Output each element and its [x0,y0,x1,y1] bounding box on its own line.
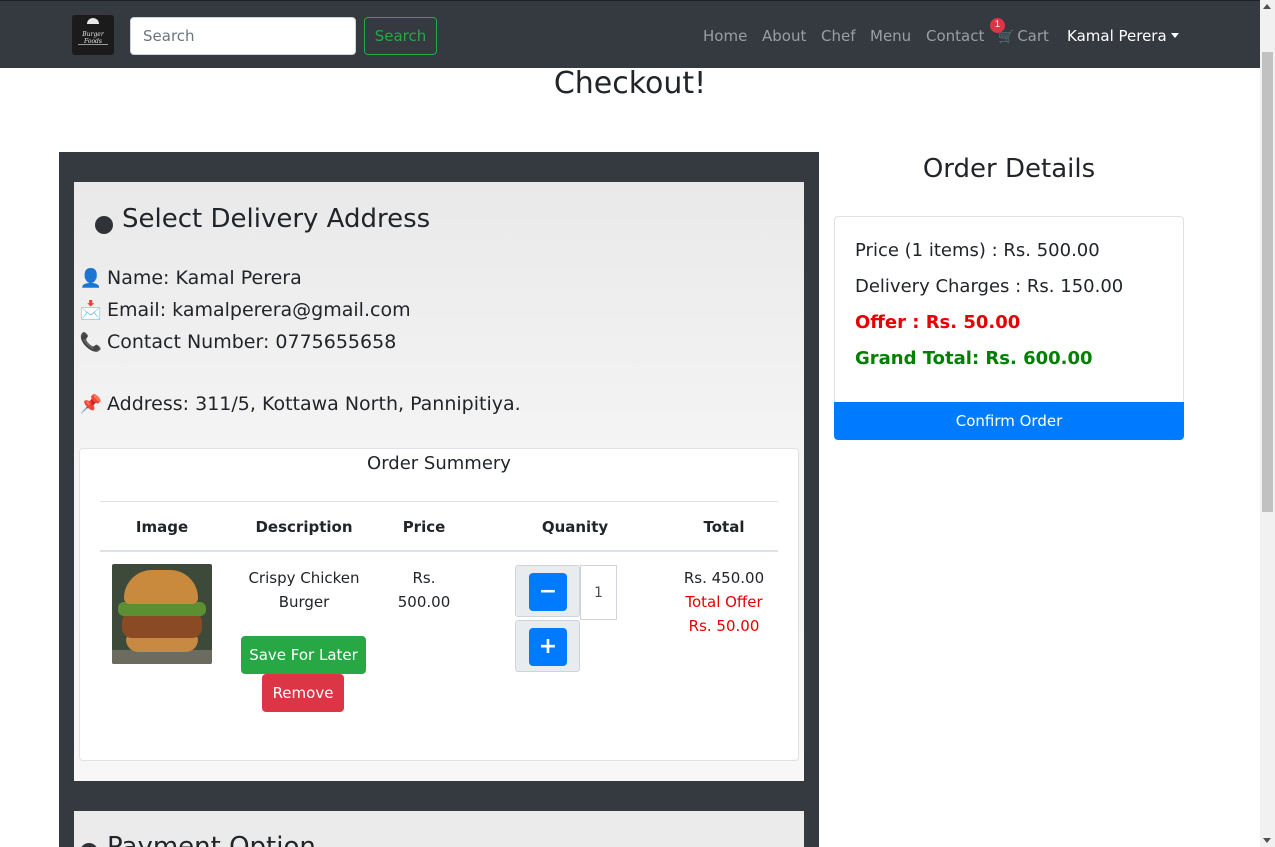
cart-label: Cart [1017,27,1049,45]
nav-link-about[interactable]: About [762,27,806,45]
price-line-2: 500.00 [397,593,451,611]
page-scrollbar[interactable] [1260,0,1275,847]
cart-count-badge: 1 [990,18,1005,33]
email-line: 📩 Email: kamalperera@gmail.com [79,299,411,321]
product-image [112,564,212,664]
plate-shape [112,650,212,664]
contact-line: 📞 Contact Number: 0775655658 [79,331,397,353]
scroll-thumb[interactable] [1262,52,1273,512]
total-value: Rs. 450.00 [683,569,765,587]
th-quantity: Quanity [541,518,609,536]
th-price: Price [402,518,446,536]
payment-option-heading: Payment Option [107,832,316,847]
address-text: Address: 311/5, Kottawa North, Pannipiti… [107,393,521,415]
product-total: Rs. 450.00 Total Offer Rs. 50.00 [664,566,784,638]
total-offer-label: Total Offer [685,593,763,611]
th-description: Description [255,518,353,536]
order-summary-title: Order Summery [367,453,511,474]
person-icon: 👤 [79,268,103,289]
delivery-address-heading: Select Delivery Address [122,204,431,234]
nav-link-menu[interactable]: Menu [870,27,911,45]
phone-icon: 📞 [79,332,103,353]
navbar: Burger Foods Search Home About Chef Menu… [0,0,1260,68]
nav-link-contact[interactable]: Contact [926,27,984,45]
confirm-order-button[interactable]: Confirm Order [834,402,1184,440]
scroll-up-arrow-icon[interactable] [1263,4,1271,9]
description-line-2: Burger [278,593,330,611]
order-details-title: Order Details [922,154,1096,184]
name-line: 👤 Name: Kamal Perera [79,267,302,289]
envelope-icon: 📩 [79,300,103,321]
page-title: Checkout! [553,66,707,101]
lettuce-shape [118,602,206,616]
caret-down-icon [1170,33,1179,38]
bullet-icon [95,216,113,234]
contact-text: Contact Number: 0775655658 [107,331,397,353]
minus-button[interactable]: − [529,573,567,611]
offer-amount: Offer : Rs. 50.00 [855,312,1021,333]
save-for-later-button[interactable]: Save For Later [241,636,366,674]
grand-total: Grand Total: Rs. 600.00 [855,348,1093,369]
burger-logo-icon [87,18,99,24]
email-text: Email: kamalperera@gmail.com [107,299,411,321]
table-top-border [100,501,778,502]
quantity-decrease-group: − [515,565,580,617]
user-name: Kamal Perera [1067,27,1167,45]
delivery-charges: Delivery Charges : Rs. 150.00 [855,276,1124,297]
user-dropdown[interactable]: Kamal Perera [1067,27,1179,45]
order-details-card: Price (1 items) : Rs. 500.00 Delivery Ch… [834,216,1184,406]
th-image: Image [135,518,189,536]
bun-bottom-shape [126,636,198,652]
plus-button[interactable]: + [529,628,567,666]
quantity-increase-group: + [515,620,580,672]
scroll-down-arrow-icon[interactable] [1263,838,1271,843]
address-line: 📌 Address: 311/5, Kottawa North, Pannipit… [79,393,521,415]
table-header-border [100,550,778,552]
bun-top-shape [124,570,198,604]
nav-link-cart[interactable]: 🛒 Cart [998,27,1049,45]
th-total: Total [703,518,745,536]
product-description: Crispy Chicken Burger [234,566,374,614]
description-line-1: Crispy Chicken [248,569,360,587]
name-text: Name: Kamal Perera [107,267,302,289]
product-price: Rs. 500.00 [384,566,464,614]
remove-button[interactable]: Remove [262,674,344,712]
nav-link-chef[interactable]: Chef [821,27,856,45]
price-line-1: Rs. [412,569,436,587]
total-offer-value: Rs. 50.00 [688,617,760,635]
price-summary: Price (1 items) : Rs. 500.00 [855,240,1100,261]
quantity-input[interactable] [580,565,617,620]
order-summary: Order Summery Image Description Price Qu… [79,448,799,761]
nav-link-home[interactable]: Home [703,27,747,45]
pushpin-icon: 📌 [79,394,103,415]
